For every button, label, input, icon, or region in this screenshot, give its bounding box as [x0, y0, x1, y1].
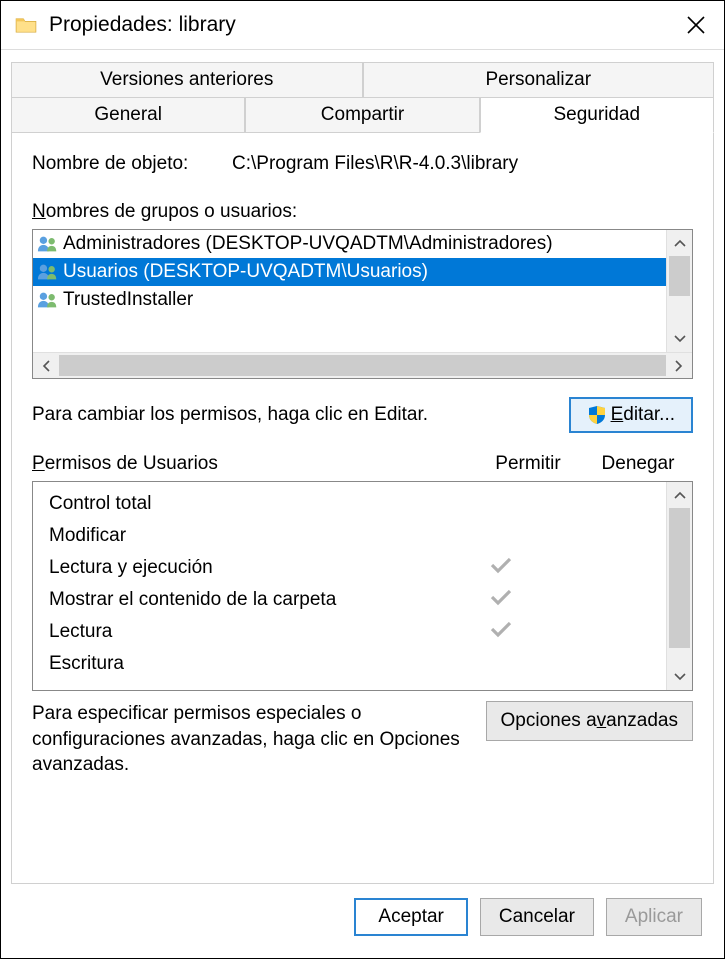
scroll-thumb[interactable] — [669, 256, 690, 296]
permission-name: Modificar — [49, 525, 446, 547]
scroll-up-icon[interactable] — [667, 482, 692, 508]
permission-allow — [446, 588, 556, 612]
users-icon — [37, 263, 59, 281]
permission-row: Control total — [49, 488, 666, 520]
group-item[interactable]: Usuarios (DESKTOP-UVQADTM\Usuarios) — [33, 258, 666, 286]
tab-versiones-anteriores[interactable]: Versiones anteriores — [11, 62, 363, 98]
scroll-right-icon[interactable] — [666, 353, 692, 378]
edit-hint: Para cambiar los permisos, haga clic en … — [32, 404, 569, 426]
users-icon — [37, 291, 59, 309]
groups-label: Nombres de grupos o usuarios: — [32, 201, 693, 223]
permission-allow — [446, 620, 556, 644]
scroll-down-icon[interactable] — [667, 664, 692, 690]
close-icon — [687, 16, 705, 34]
permission-row: Modificar — [49, 520, 666, 552]
permission-row: Lectura — [49, 616, 666, 648]
edit-row: Para cambiar los permisos, haga clic en … — [32, 397, 693, 433]
tab-personalizar[interactable]: Personalizar — [363, 62, 715, 98]
tab-seguridad[interactable]: Seguridad — [480, 98, 714, 133]
tab-compartir[interactable]: Compartir — [245, 98, 479, 133]
close-button[interactable] — [676, 5, 716, 45]
deny-header: Denegar — [583, 453, 693, 475]
scroll-down-icon[interactable] — [667, 326, 692, 352]
permission-row: Mostrar el contenido de la carpeta — [49, 584, 666, 616]
apply-button[interactable]: Aplicar — [606, 898, 702, 936]
advanced-button[interactable]: Opciones avanzadas — [486, 701, 693, 741]
scroll-track[interactable] — [667, 508, 692, 664]
tab-content-seguridad: Nombre de objeto: C:\Program Files\R\R-4… — [11, 133, 714, 884]
allow-header: Permitir — [473, 453, 583, 475]
advanced-row: Para especificar permisos especiales o c… — [32, 701, 693, 778]
groups-vscrollbar[interactable] — [666, 230, 692, 352]
permission-allow — [446, 556, 556, 580]
group-name: Usuarios (DESKTOP-UVQADTM\Usuarios) — [63, 261, 428, 283]
group-item[interactable]: Administradores (DESKTOP-UVQADTM\Adminis… — [33, 230, 666, 258]
users-icon — [37, 235, 59, 253]
advanced-hint: Para especificar permisos especiales o c… — [32, 701, 466, 778]
check-icon — [490, 620, 512, 638]
scroll-up-icon[interactable] — [667, 230, 692, 256]
permission-name: Lectura y ejecución — [49, 557, 446, 579]
permissions-header: Permisos de Usuarios Permitir Denegar — [32, 453, 693, 475]
window-title: Propiedades: library — [49, 13, 676, 37]
dialog-buttons: Aceptar Cancelar Aplicar — [11, 884, 714, 948]
perms-vscrollbar[interactable] — [666, 482, 692, 690]
tab-row-1: Versiones anteriores Personalizar — [11, 62, 714, 98]
check-icon — [490, 588, 512, 606]
folder-icon — [15, 16, 37, 34]
permission-name: Escritura — [49, 653, 446, 675]
tab-row-2: General Compartir Seguridad — [11, 98, 714, 133]
permission-row: Escritura — [49, 648, 666, 680]
object-row: Nombre de objeto: C:\Program Files\R\R-4… — [32, 153, 693, 175]
group-name: Administradores (DESKTOP-UVQADTM\Adminis… — [63, 233, 553, 255]
check-icon — [490, 556, 512, 574]
permission-name: Control total — [49, 493, 446, 515]
edit-button[interactable]: Editar... — [569, 397, 693, 433]
permission-name: Lectura — [49, 621, 446, 643]
groups-listbox[interactable]: Administradores (DESKTOP-UVQADTM\Adminis… — [32, 229, 693, 379]
permissions-listbox: Control total Modificar Lectura y ejecuc… — [32, 481, 693, 691]
titlebar: Propiedades: library — [1, 1, 724, 49]
permission-name: Mostrar el contenido de la carpeta — [49, 589, 446, 611]
scroll-track[interactable] — [667, 256, 692, 326]
groups-hscrollbar[interactable] — [33, 352, 692, 378]
scroll-left-icon[interactable] — [33, 353, 59, 378]
tab-general[interactable]: General — [11, 98, 245, 133]
object-path: C:\Program Files\R\R-4.0.3\library — [232, 153, 518, 175]
ok-button[interactable]: Aceptar — [354, 898, 467, 936]
scroll-thumb[interactable] — [669, 508, 690, 648]
group-item[interactable]: TrustedInstaller — [33, 286, 666, 314]
cancel-button[interactable]: Cancelar — [480, 898, 594, 936]
object-label: Nombre de objeto: — [32, 153, 232, 175]
hscroll-thumb[interactable] — [59, 355, 666, 376]
group-name: TrustedInstaller — [63, 289, 193, 311]
shield-icon — [587, 405, 607, 425]
permission-row: Lectura y ejecución — [49, 552, 666, 584]
dialog-body: Versiones anteriores Personalizar Genera… — [1, 49, 724, 958]
tab-container: Versiones anteriores Personalizar Genera… — [11, 62, 714, 884]
